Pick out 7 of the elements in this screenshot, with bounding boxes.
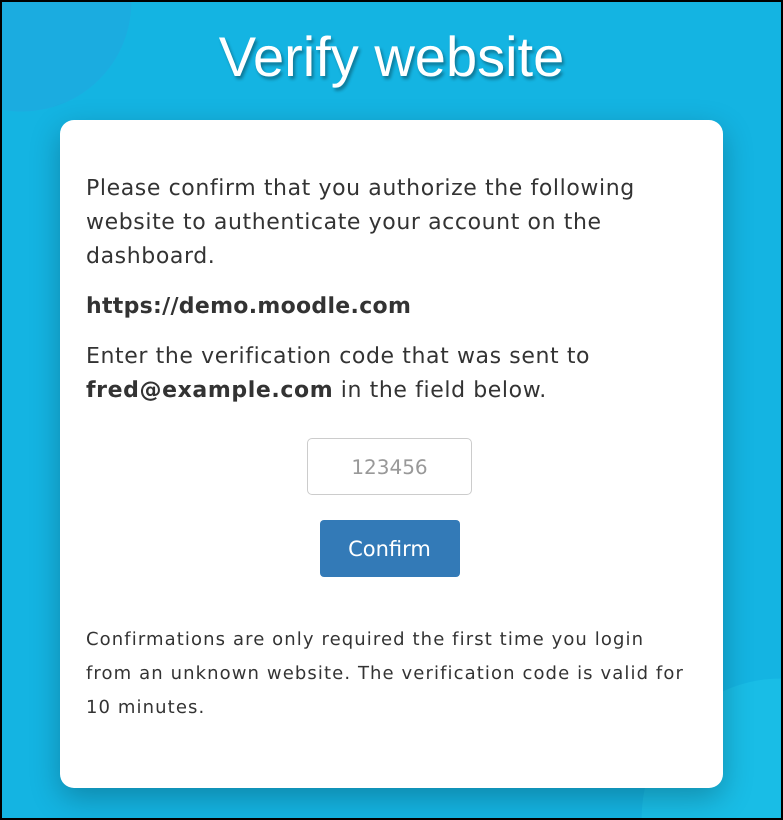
code-field[interactable]: 123456	[307, 438, 472, 495]
instruction-text: Enter the verification code that was sent to fred@example.com in the field below.	[86, 343, 592, 405]
website-url: https://demo.moodle.com	[86, 293, 412, 321]
confirm-button[interactable]: Confirm	[320, 520, 460, 577]
intro-text: Please confirm that you authorize the following website to authenticate your account on the dashboard.	[86, 175, 636, 271]
page-title: Verify website	[218, 24, 564, 90]
note-text: Confirmations are only required the first time you login from an unknown website. The verification code is valid for 10 minutes.	[86, 628, 685, 720]
